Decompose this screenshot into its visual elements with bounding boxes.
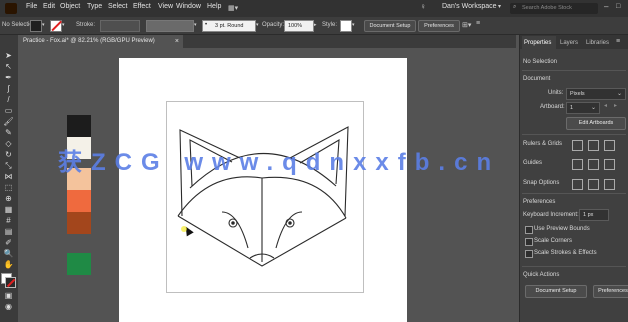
tab-properties[interactable]: Properties — [524, 40, 551, 46]
guides-icon[interactable] — [572, 159, 583, 170]
artboard-chevron-icon: ⌄ — [590, 105, 596, 111]
guides-label: Guides — [523, 160, 543, 166]
tab-libraries[interactable]: Libraries — [586, 40, 609, 46]
lock-guides-icon[interactable] — [604, 159, 615, 170]
grid-icon[interactable] — [588, 140, 599, 151]
swatch-orange[interactable] — [67, 190, 91, 212]
artboard-value: 1 — [570, 105, 574, 111]
artboard-dropdown[interactable]: 1 ⌄ — [566, 102, 600, 114]
swatch-rust[interactable] — [67, 212, 91, 234]
edit-artboards-button[interactable]: Edit Artboards — [566, 117, 626, 130]
fox-right-pupil — [288, 221, 292, 225]
units-dropdown[interactable]: Pixels ⌄ — [566, 88, 626, 100]
snap-to-glyph-icon[interactable] — [604, 179, 615, 190]
cursor-highlight — [181, 226, 187, 232]
separator — [522, 266, 626, 267]
use-preview-bounds-label: Use Preview Bounds — [534, 226, 590, 232]
quick-document-setup-button[interactable]: Document Setup — [525, 285, 587, 298]
snap-to-pixel-icon[interactable] — [588, 179, 599, 190]
scale-corners-label: Scale Corners — [534, 238, 573, 244]
scale-strokes-checkbox[interactable] — [525, 250, 533, 258]
smart-guides-icon[interactable] — [588, 159, 599, 170]
panel-menu-icon[interactable]: ≡ — [616, 38, 620, 45]
keyboard-increment-label: Keyboard Increment: — [523, 212, 579, 218]
fox-left-cheek — [177, 176, 263, 262]
no-selection-label: No Selection — [523, 59, 558, 65]
fox-right-eye-outline — [275, 211, 303, 249]
fox-left-eye-outline — [221, 211, 249, 249]
fox-left-pupil — [231, 221, 235, 225]
swatch-green[interactable] — [67, 253, 91, 275]
quick-actions-title: Quick Actions — [523, 272, 560, 278]
rulers-icon[interactable] — [572, 140, 583, 151]
snap-to-point-icon[interactable] — [572, 179, 583, 190]
prev-artboard-icon[interactable]: ◂ — [604, 102, 607, 109]
units-value: Pixels — [570, 91, 585, 97]
rulers-grids-label: Rulers & Grids — [523, 141, 563, 147]
separator — [522, 134, 626, 135]
artboard-label: Artboard: — [540, 104, 565, 110]
swatch-black[interactable] — [67, 115, 91, 137]
tab-layers[interactable]: Layers — [560, 40, 578, 46]
quick-preferences-button[interactable]: Preferences — [593, 285, 628, 298]
transparency-grid-icon[interactable] — [604, 140, 615, 151]
next-artboard-icon[interactable]: ▸ — [614, 102, 617, 109]
keyboard-increment-field[interactable]: 1 px — [579, 209, 609, 221]
document-section-title: Document — [523, 76, 551, 82]
separator — [522, 193, 626, 194]
scale-strokes-label: Scale Strokes & Effects — [534, 250, 597, 256]
watermark-text: 获ZCG www.qdnxxfb.cn — [58, 149, 501, 176]
scale-corners-checkbox[interactable] — [525, 238, 533, 246]
units-chevron-icon: ⌄ — [616, 91, 622, 97]
units-label: Units: — [548, 90, 564, 96]
snap-options-label: Snap Options — [523, 180, 560, 186]
separator — [522, 70, 626, 71]
use-preview-bounds-checkbox[interactable] — [525, 226, 533, 234]
preferences-section-title: Preferences — [523, 199, 556, 205]
keyboard-increment-value: 1 px — [583, 212, 594, 218]
